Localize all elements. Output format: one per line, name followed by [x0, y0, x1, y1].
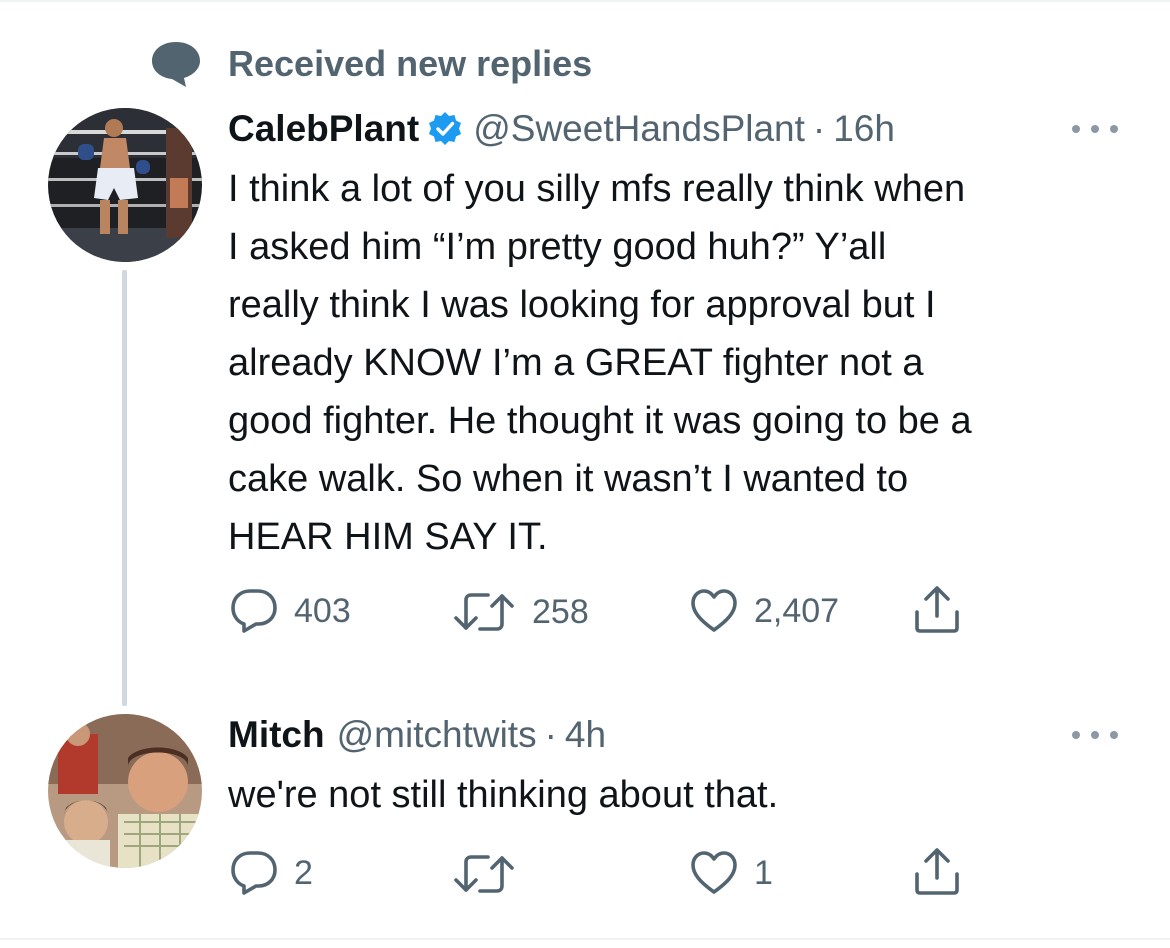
tweet-text: we're not still thinking about that. — [228, 766, 1128, 824]
timestamp[interactable]: 16h — [833, 108, 895, 150]
tweet-header: Mitch @mitchtwits · 4h — [228, 712, 606, 758]
user-handle[interactable]: @mitchtwits — [337, 714, 537, 756]
share-button[interactable] — [912, 584, 962, 634]
reply-icon — [231, 589, 277, 633]
tweet-text-line: I think a lot of you silly mfs really th… — [228, 168, 966, 210]
reply-button[interactable]: 2 — [230, 850, 313, 896]
tweet-text-line: we're not still thinking about that. — [228, 774, 779, 816]
more-icon[interactable] — [1072, 122, 1118, 136]
tweet-text-line: cake walk. So when it wasn’t I wanted to — [228, 458, 909, 500]
share-button[interactable] — [912, 846, 962, 896]
tweet-text-line: already KNOW I’m a GREAT fighter not a — [228, 342, 924, 384]
separator: · — [812, 108, 826, 149]
retweet-count: 258 — [532, 592, 589, 631]
more-icon[interactable] — [1072, 728, 1118, 742]
like-count: 1 — [754, 853, 773, 892]
like-count: 2,407 — [754, 591, 840, 630]
timestamp[interactable]: 4h — [565, 714, 606, 756]
tweet-text-line: good fighter. He thought it was going to… — [228, 400, 972, 442]
tweet-header: CalebPlant @SweetHandsPlant · 16h — [228, 106, 895, 152]
boxer-photo — [48, 108, 202, 262]
heart-icon — [691, 589, 737, 632]
verified-badge-icon — [429, 112, 462, 145]
reply-count: 2 — [294, 853, 313, 892]
retweet-icon — [454, 855, 514, 893]
retweet-icon — [454, 593, 514, 631]
tweet-text-line: I asked him “I’m pretty good huh?” Y’all — [228, 226, 887, 268]
user-handle[interactable]: @SweetHandsPlant — [473, 108, 805, 150]
reply-button[interactable]: 403 — [230, 588, 351, 634]
heart-icon — [691, 851, 737, 894]
share-icon — [915, 586, 959, 633]
thread-line — [122, 270, 127, 706]
separator: · — [544, 714, 557, 755]
new-replies-label: Received new replies — [228, 43, 593, 84]
bottom-divider — [0, 938, 1170, 940]
retweet-button[interactable]: 258 — [452, 590, 589, 634]
avatar[interactable] — [48, 714, 202, 868]
tweet-text-line: really think I was looking for approval … — [228, 284, 936, 326]
share-icon — [915, 848, 959, 895]
new-replies-notice[interactable]: Received new replies — [150, 40, 592, 88]
selfie-photo — [48, 714, 202, 868]
reply-count: 403 — [294, 591, 351, 630]
display-name[interactable]: CalebPlant — [228, 108, 419, 150]
top-divider — [0, 0, 1170, 2]
retweet-button[interactable] — [452, 852, 532, 896]
like-button[interactable]: 2,407 — [690, 588, 839, 634]
speech-bubble-icon — [152, 42, 200, 87]
reply-icon — [231, 851, 277, 895]
like-button[interactable]: 1 — [690, 850, 773, 896]
avatar[interactable] — [48, 108, 202, 262]
tweet-text: I think a lot of you silly mfs really th… — [228, 160, 1138, 566]
tweet-text-line: HEAR HIM SAY IT. — [228, 516, 548, 558]
display-name[interactable]: Mitch — [228, 714, 325, 756]
